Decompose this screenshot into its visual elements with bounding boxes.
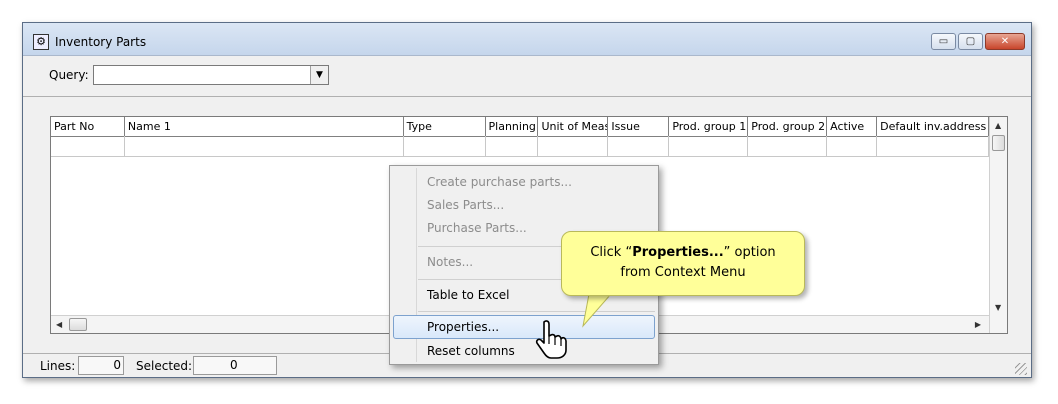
selected-count: 0	[193, 356, 277, 375]
menu-item-reset-columns[interactable]: Reset columns	[427, 344, 515, 358]
column-header-type[interactable]: Type	[404, 117, 486, 136]
horizontal-scroll-thumb[interactable]	[69, 318, 87, 331]
column-header-prod-group-2[interactable]: Prod. group 2	[748, 117, 828, 136]
table-cell[interactable]	[669, 136, 749, 156]
scroll-left-icon[interactable]: ◀	[56, 320, 62, 329]
column-header-default-inv-address[interactable]: Default inv.address	[877, 117, 989, 136]
selected-label: Selected:	[136, 359, 193, 373]
lines-count: 0	[78, 356, 124, 375]
callout-tail	[582, 294, 612, 328]
minimize-button[interactable]: ▭	[931, 33, 956, 50]
resize-grip-icon[interactable]	[1015, 363, 1027, 375]
callout-bold: Properties...	[632, 245, 724, 260]
instruction-callout: Click “Properties...” option from Contex…	[561, 231, 805, 296]
menu-item-table-to-excel[interactable]: Table to Excel	[427, 288, 510, 302]
menu-item-sales-parts[interactable]: Sales Parts...	[427, 198, 504, 212]
hand-pointer-icon	[535, 320, 567, 359]
app-icon[interactable]: ⚙	[33, 34, 49, 50]
column-header-name-1[interactable]: Name 1	[125, 117, 404, 136]
callout-prefix: Click “	[590, 245, 633, 260]
vertical-scroll-thumb[interactable]	[992, 135, 1005, 151]
scroll-down-icon[interactable]: ▼	[995, 303, 1001, 312]
query-select[interactable]: ▼	[93, 65, 329, 85]
column-header-issue[interactable]: Issue	[608, 117, 670, 136]
column-header-unit-of-meas[interactable]: Unit of Meas	[538, 117, 609, 136]
callout-line2: from Context Menu	[620, 265, 746, 280]
window-title: Inventory Parts	[55, 35, 147, 49]
lines-label: Lines:	[40, 359, 76, 373]
table-header: Part No Name 1 Type Planning Unit of Mea…	[51, 117, 989, 137]
scroll-right-icon[interactable]: ▶	[975, 320, 981, 329]
callout-suffix: ” option	[723, 245, 776, 260]
table-cell[interactable]	[748, 136, 828, 156]
vertical-scrollbar[interactable]: ▲ ▼	[989, 117, 1007, 333]
table-cell[interactable]	[486, 136, 539, 156]
divider	[23, 96, 1031, 97]
table-row[interactable]	[51, 136, 989, 157]
title-bar[interactable]: ⚙ Inventory Parts ▭ ▢ ✕	[23, 23, 1031, 56]
table-cell[interactable]	[827, 136, 878, 156]
menu-item-notes[interactable]: Notes...	[427, 255, 473, 269]
table-cell[interactable]	[125, 136, 404, 156]
menu-item-purchase-parts[interactable]: Purchase Parts...	[427, 221, 527, 235]
column-header-planning[interactable]: Planning	[486, 117, 539, 136]
table-cell[interactable]	[608, 136, 670, 156]
maximize-button[interactable]: ▢	[958, 33, 983, 50]
table-cell[interactable]	[877, 136, 989, 156]
menu-item-properties[interactable]: Properties...	[427, 320, 499, 334]
window-controls: ▭ ▢ ✕	[931, 33, 1025, 50]
table-cell[interactable]	[538, 136, 609, 156]
column-header-part-no[interactable]: Part No	[51, 117, 125, 136]
query-label: Query:	[49, 68, 89, 82]
column-header-active[interactable]: Active	[827, 117, 878, 136]
table-cell[interactable]	[51, 136, 125, 156]
close-button[interactable]: ✕	[985, 33, 1025, 50]
dropdown-arrow-icon[interactable]: ▼	[310, 66, 328, 84]
scroll-up-icon[interactable]: ▲	[995, 121, 1001, 130]
menu-item-create-purchase-parts[interactable]: Create purchase parts...	[427, 175, 572, 189]
table-cell[interactable]	[404, 136, 486, 156]
column-header-prod-group-1[interactable]: Prod. group 1	[669, 117, 749, 136]
